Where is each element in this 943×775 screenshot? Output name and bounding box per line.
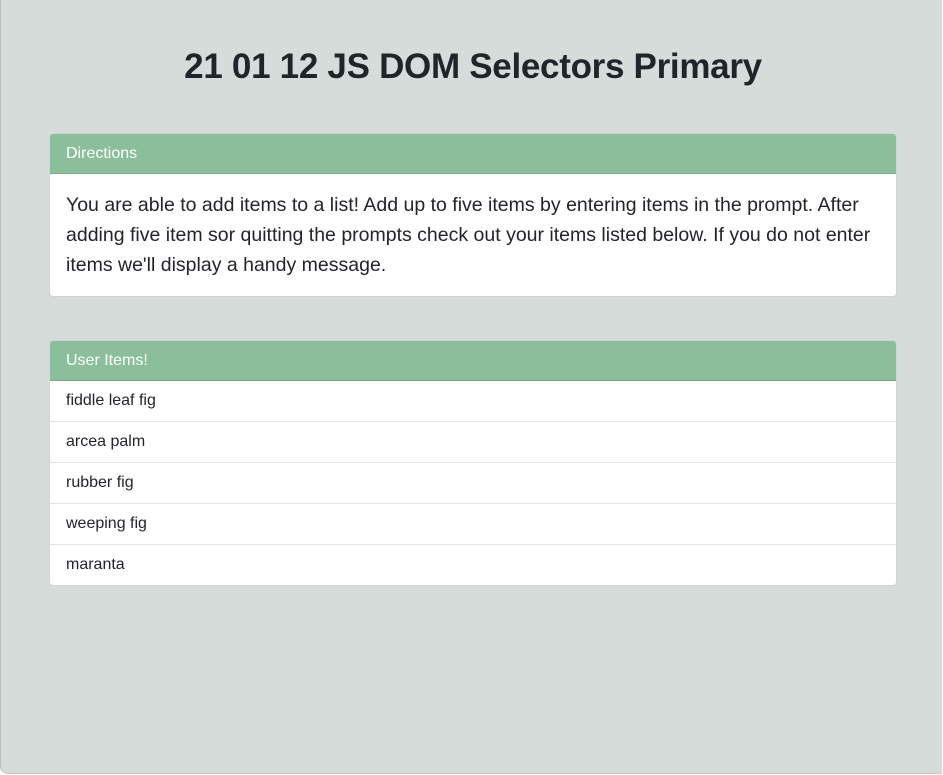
page: 21 01 12 JS DOM Selectors Primary Direct… [0,0,942,774]
directions-header: Directions [50,134,896,174]
directions-text: You are able to add items to a list! Add… [66,194,871,276]
page-title: 21 01 12 JS DOM Selectors Primary [184,47,762,86]
list-item: arcea palm [50,422,896,463]
user-items-list: fiddle leaf fig arcea palm rubber fig we… [50,381,896,585]
list-item: rubber fig [50,463,896,504]
list-item: maranta [66,556,125,573]
user-items-header: User Items! [50,341,896,381]
user-items-card: User Items! fiddle leaf fig arcea palm r… [49,340,897,586]
directions-card: Directions You are able to add items to … [49,133,897,297]
list-item: fiddle leaf fig [50,381,896,422]
list-item: weeping fig [50,504,896,545]
